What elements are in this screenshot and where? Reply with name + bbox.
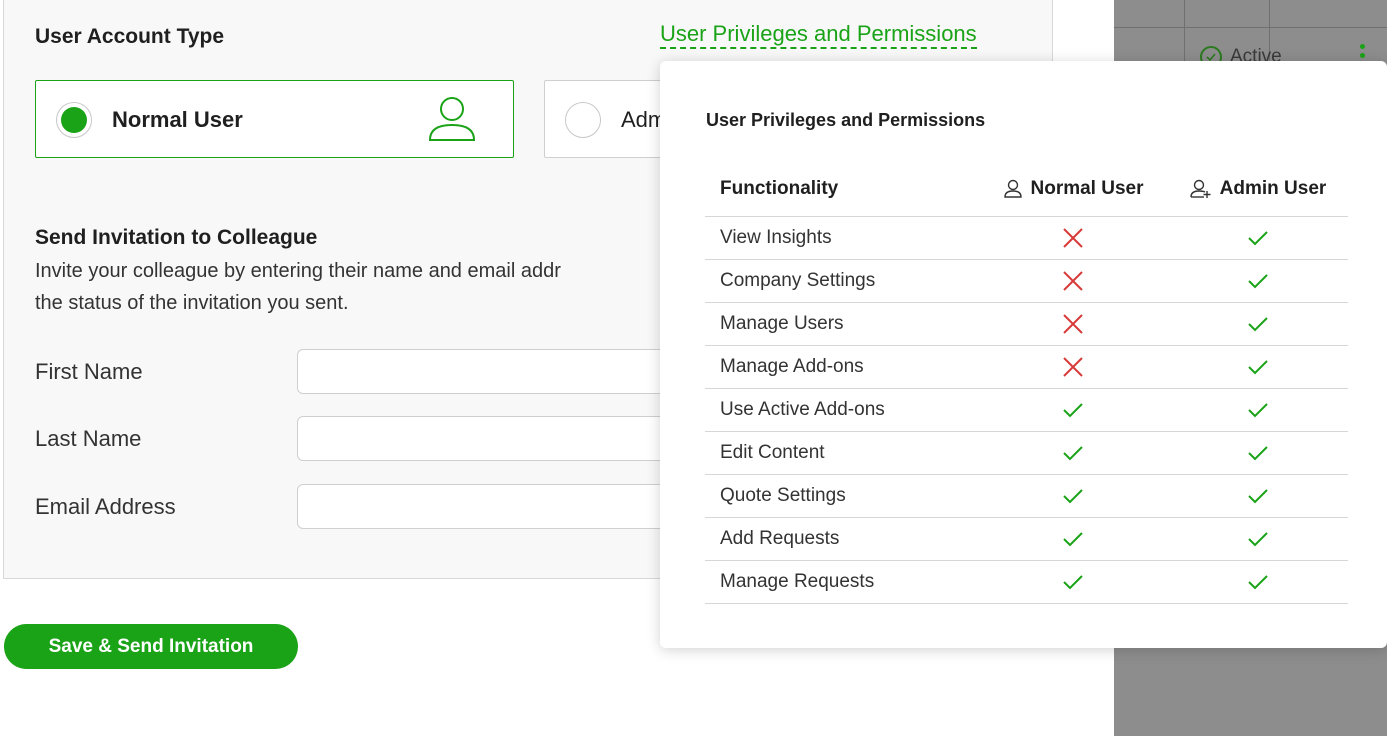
normal-user-option[interactable]: Normal User [35,80,514,158]
admin-user-header: Admin User [1168,178,1348,200]
user-icon [426,95,478,148]
cross-icon [978,226,1168,250]
check-icon [1168,401,1348,419]
check-icon [1168,487,1348,505]
normal-user-radio[interactable] [56,102,92,138]
privileges-link[interactable]: User Privileges and Permissions [660,21,977,49]
table-row: Quote Settings [705,475,1348,518]
check-icon [978,444,1168,462]
email-address-label: Email Address [35,494,176,519]
popover-title: User Privileges and Permissions [706,110,986,130]
table-row: Add Requests [705,518,1348,561]
last-name-label: Last Name [35,426,142,451]
functionality-name: Company Settings [720,270,876,291]
cross-icon [978,355,1168,379]
check-icon [1168,530,1348,548]
functionality-name: Use Active Add-ons [720,399,885,420]
table-row: View Insights [705,217,1348,260]
table-row: Use Active Add-ons [705,389,1348,432]
admin-user-radio[interactable] [565,102,601,138]
functionality-name: View Insights [720,227,832,248]
admin-user-icon [1189,179,1212,199]
check-icon [1168,358,1348,376]
account-type-title: User Account Type [35,25,225,48]
table-row: Manage Add-ons [705,346,1348,389]
functionality-name: Edit Content [720,442,825,463]
check-icon [978,401,1168,419]
invitation-description: Invite your colleague by entering their … [35,255,675,319]
save-send-invitation-button[interactable]: Save & Send Invitation [4,624,298,669]
table-row: Manage Requests [705,561,1348,604]
table-row: Edit Content [705,432,1348,475]
functionality-header: Functionality [720,177,839,199]
check-icon [1168,229,1348,247]
functionality-name: Manage Users [720,313,844,334]
check-icon [1168,315,1348,333]
check-icon [978,530,1168,548]
invitation-title: Send Invitation to Colleague [35,226,318,249]
check-icon [978,487,1168,505]
user-icon [1003,179,1023,199]
check-icon [978,573,1168,591]
functionality-name: Add Requests [720,528,840,549]
functionality-name: Manage Requests [720,571,875,592]
cross-icon [978,269,1168,293]
normal-user-header-label: Normal User [1030,177,1144,199]
check-icon [1168,272,1348,290]
functionality-name: Manage Add-ons [720,356,864,377]
normal-user-label: Normal User [112,107,243,132]
functionality-name: Quote Settings [720,485,846,506]
description-line-1: Invite your colleague by entering their … [35,260,561,282]
normal-user-header: Normal User [978,178,1168,200]
description-line-2: the status of the invitation you sent. [35,292,349,314]
check-icon [1168,444,1348,462]
admin-user-header-label: Admin User [1219,177,1327,199]
table-row: Company Settings [705,260,1348,303]
cross-icon [978,312,1168,336]
table-header: Functionality Normal User Admin User [705,161,1348,217]
permissions-table: Functionality Normal User Admin User Vie… [705,161,1348,604]
first-name-label: First Name [35,359,143,384]
privileges-popover: User Privileges and Permissions Function… [660,61,1387,648]
table-row: Manage Users [705,303,1348,346]
check-icon [1168,573,1348,591]
